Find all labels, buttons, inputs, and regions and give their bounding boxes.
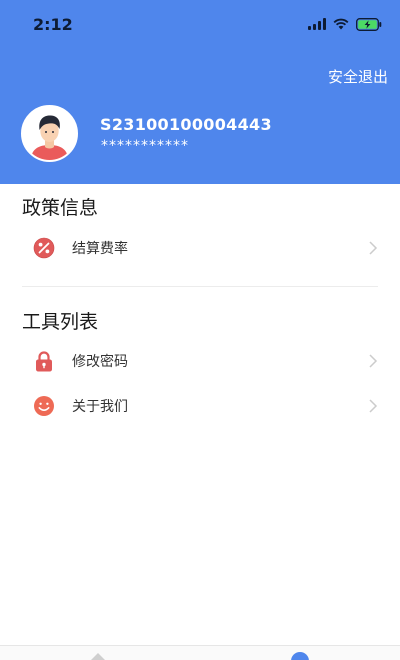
percent-icon — [33, 237, 55, 259]
list-item-label: 结算费率 — [72, 241, 128, 257]
chevron-right-icon — [369, 241, 378, 255]
bottom-tab-bar — [0, 645, 400, 660]
list-item-change-password[interactable]: 修改密码 — [0, 341, 400, 381]
cellular-signal-icon — [308, 18, 326, 30]
smiley-icon — [34, 396, 54, 416]
user-avatar-icon — [23, 107, 76, 160]
profile-header: 2:12 安全退出 S23100100004443 *********** — [0, 0, 400, 184]
battery-charging-icon — [356, 17, 382, 31]
section-title-policy-info: 政策信息 — [22, 197, 99, 219]
chevron-right-icon — [369, 399, 378, 413]
account-masked-text: *********** — [101, 138, 189, 154]
list-item-label: 关于我们 — [72, 399, 128, 415]
profile-tab-icon[interactable] — [291, 652, 309, 660]
list-item-about-us[interactable]: 关于我们 — [0, 386, 400, 426]
lock-icon — [36, 351, 52, 372]
status-icons — [308, 16, 382, 32]
avatar[interactable] — [21, 105, 78, 162]
logout-button[interactable]: 安全退出 — [328, 66, 388, 87]
list-item-settlement-rate[interactable]: 结算费率 — [0, 228, 400, 268]
home-tab-icon[interactable] — [90, 651, 106, 660]
wifi-icon — [333, 18, 349, 30]
chevron-right-icon — [369, 354, 378, 368]
section-title-tool-list: 工具列表 — [22, 311, 99, 333]
account-id: S23100100004443 — [100, 115, 272, 134]
list-item-label: 修改密码 — [72, 354, 128, 370]
status-time: 2:12 — [33, 15, 73, 34]
section-divider — [22, 286, 378, 287]
